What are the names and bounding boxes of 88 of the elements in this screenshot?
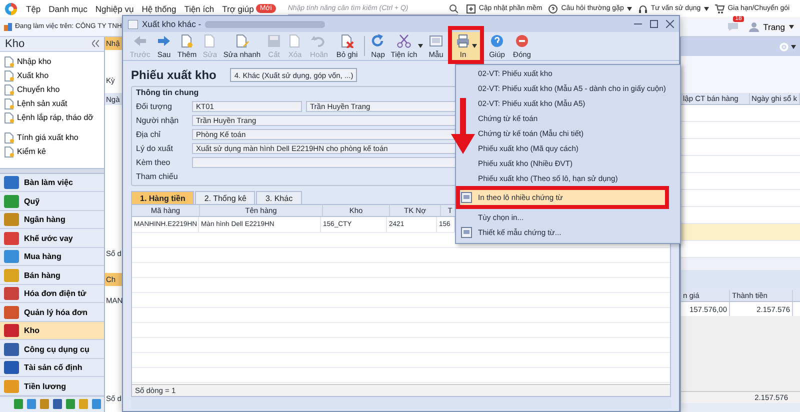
window-icon — [128, 20, 138, 28]
table-row[interactable] — [681, 224, 800, 241]
document-icon — [4, 112, 14, 124]
document-icon — [4, 132, 14, 144]
module-item[interactable]: Tiền lương — [0, 377, 104, 396]
module-item[interactable]: Kho — [0, 322, 104, 340]
module-item[interactable]: Quản lý hóa đơn — [0, 303, 104, 322]
frame-icon — [428, 34, 444, 48]
sidebar-item[interactable]: Nhập kho — [0, 54, 104, 69]
sidebar-item[interactable]: Kiểm kê — [0, 144, 104, 159]
question-icon — [548, 4, 558, 14]
annotation-arrow — [451, 98, 475, 154]
field-label: Kèm theo — [136, 158, 172, 166]
scrollbar[interactable] — [681, 403, 800, 412]
user-menu[interactable]: Trang — [749, 22, 794, 32]
shortcut-icon — [79, 399, 88, 410]
search-icon — [448, 4, 458, 12]
document-icon — [4, 84, 14, 96]
menu-item[interactable]: Tiện ích — [184, 4, 214, 14]
dropdown-caret-icon — [418, 44, 424, 48]
menu-item[interactable]: Danh mục — [48, 4, 88, 14]
sidebar-title: Kho — [5, 38, 25, 50]
annotation-frame — [448, 26, 484, 64]
caret-icon — [791, 44, 796, 48]
scissors-icon — [396, 34, 412, 48]
module-item[interactable]: Tài sản cố định — [0, 358, 104, 378]
document-icon — [4, 70, 14, 82]
shortcut-icon — [40, 399, 49, 410]
headset-icon — [638, 4, 648, 14]
field-label: Người nhận — [136, 116, 180, 124]
document-icon — [4, 146, 14, 158]
update-icon — [466, 4, 476, 14]
module-item[interactable]: Quỹ — [0, 192, 104, 211]
document-cross-icon — [339, 34, 355, 48]
field-label: Tham chiếu — [136, 172, 179, 180]
module-item[interactable]: Mua hàng — [0, 248, 104, 266]
document-icon — [4, 98, 14, 110]
cart-icon — [714, 4, 725, 14]
tab[interactable]: 1. Hàng tiền — [131, 191, 194, 204]
document-icon — [4, 56, 14, 68]
dropdown-caret-icon — [472, 44, 477, 48]
printer-icon — [455, 34, 471, 48]
module-item[interactable]: Ngân hàng — [0, 210, 104, 230]
splitter-bar[interactable] — [681, 258, 800, 270]
refresh-icon — [370, 34, 386, 48]
shortcut-icon — [53, 399, 62, 410]
caret-icon — [789, 24, 794, 28]
shortcut-icon — [66, 399, 75, 410]
add-document-icon — [178, 34, 195, 48]
undo-icon — [311, 34, 327, 48]
menu-item[interactable]: Tệp — [26, 4, 41, 14]
sidebar-item[interactable]: Lệnh sản xuất — [0, 96, 104, 111]
tab[interactable]: 3. Khác — [256, 191, 302, 204]
menu-item[interactable]: Trợ giúp — [222, 4, 254, 14]
caret-icon — [626, 6, 632, 10]
sidebar-item[interactable]: Lệnh lắp ráp, tháo dỡ — [0, 110, 104, 125]
menu-item[interactable]: Hệ thống — [142, 4, 176, 14]
module-item[interactable]: Bán hàng — [0, 266, 104, 285]
chat-icon — [727, 22, 740, 32]
shortcut-icon — [14, 399, 23, 410]
scrollbar[interactable] — [131, 397, 671, 409]
arrow-left-icon — [132, 34, 148, 48]
field-label: Địa chỉ — [136, 130, 162, 138]
sidebar-item[interactable]: Tính giá xuất kho — [0, 130, 104, 145]
form-title: Phiếu xuất kho — [131, 68, 216, 82]
window-title: Xuất kho khác - — [142, 19, 202, 29]
edit-document-icon — [234, 34, 250, 48]
help-icon — [489, 34, 505, 48]
menu-item[interactable]: Nghiệp vụ — [95, 4, 134, 14]
field-label: Lý do xuất — [136, 144, 174, 152]
shortcut-icon — [92, 399, 101, 410]
tab[interactable]: 2. Thống kê — [195, 191, 256, 204]
module-item[interactable]: Bàn làm việc — [0, 174, 104, 192]
field-label: Đối tượng — [136, 102, 173, 110]
close-icon — [666, 20, 674, 28]
sidebar-item[interactable]: Xuất kho — [0, 68, 104, 83]
sidebar-item[interactable]: Chuyển kho — [0, 82, 104, 97]
collapse-icon — [92, 40, 99, 48]
shortcut-icon — [27, 399, 36, 410]
stop-icon — [514, 34, 530, 48]
user-icon — [749, 22, 760, 32]
module-item[interactable]: Công cụ dụng cụ — [0, 340, 104, 359]
arrow-right-icon — [156, 34, 172, 48]
group-title: Thông tin chung — [136, 88, 199, 99]
maximize-icon — [650, 20, 658, 28]
module-item[interactable]: Khế ước vay — [0, 229, 104, 248]
module-item[interactable]: Hóa đơn điện tử — [0, 284, 104, 304]
caret-icon — [704, 6, 709, 10]
